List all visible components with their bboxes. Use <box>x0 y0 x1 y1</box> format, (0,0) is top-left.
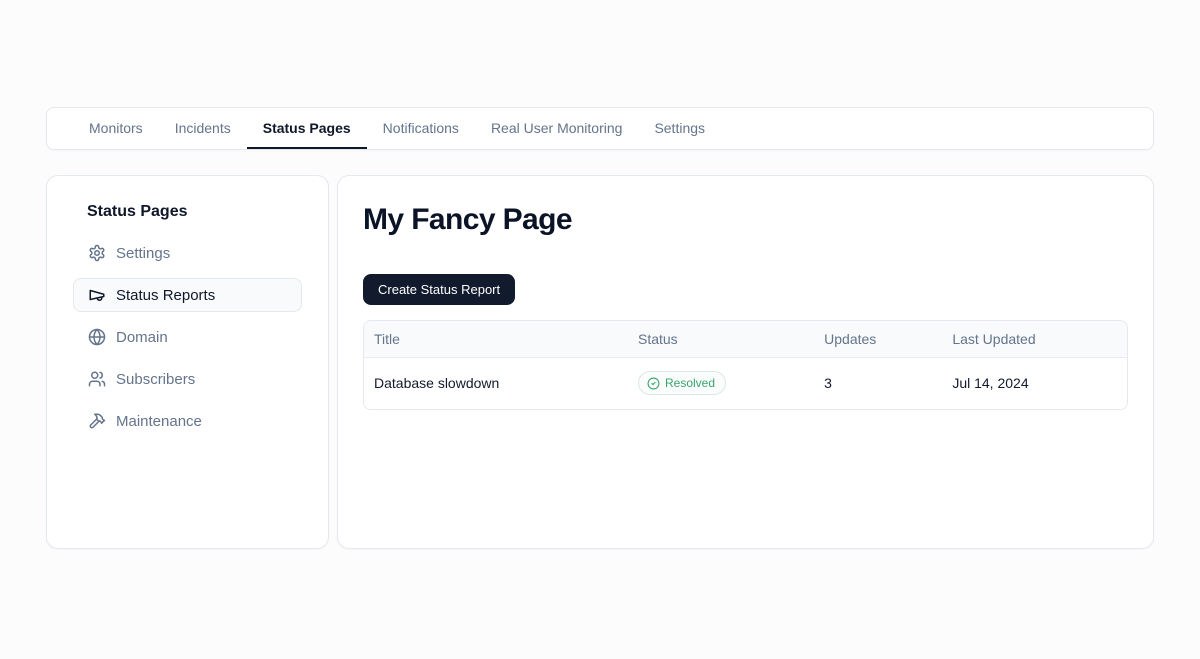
top-navigation: Monitors Incidents Status Pages Notifica… <box>46 107 1154 150</box>
tab-incidents[interactable]: Incidents <box>159 108 247 149</box>
tab-settings[interactable]: Settings <box>638 108 721 149</box>
column-header-status: Status <box>628 321 814 357</box>
report-title-cell: Database slowdown <box>364 357 628 409</box>
sidebar-item-label: Status Reports <box>116 287 215 304</box>
sidebar-title: Status Pages <box>73 200 302 224</box>
status-page-panel: My Fancy Page Create Status Report Title… <box>337 175 1154 549</box>
report-status-cell: Resolved <box>628 357 814 409</box>
create-status-report-button[interactable]: Create Status Report <box>363 274 515 305</box>
sidebar-item-label: Domain <box>116 329 168 346</box>
sidebar-item-label: Maintenance <box>116 413 202 430</box>
check-circle-icon <box>647 377 660 390</box>
page-title: My Fancy Page <box>363 202 1128 238</box>
tab-monitors[interactable]: Monitors <box>73 108 159 149</box>
table-header-row: Title Status Updates Last Updated <box>364 321 1127 357</box>
sidebar-item-subscribers[interactable]: Subscribers <box>73 362 302 396</box>
sidebar-item-domain[interactable]: Domain <box>73 320 302 354</box>
report-last-updated-cell: Jul 14, 2024 <box>942 357 1127 409</box>
table-row[interactable]: Database slowdown Resolved 3 Jul 14, 202… <box>364 357 1127 409</box>
gear-icon <box>88 244 106 262</box>
column-header-updates: Updates <box>814 321 942 357</box>
sidebar-item-label: Subscribers <box>116 371 195 388</box>
users-icon <box>88 370 106 388</box>
status-reports-table: Title Status Updates Last Updated Databa… <box>363 320 1128 410</box>
sidebar-item-label: Settings <box>116 245 170 262</box>
sidebar-item-status-reports[interactable]: Status Reports <box>73 278 302 312</box>
tab-notifications[interactable]: Notifications <box>367 108 475 149</box>
sidebar-item-maintenance[interactable]: Maintenance <box>73 404 302 438</box>
column-header-last-updated: Last Updated <box>942 321 1127 357</box>
status-badge-label: Resolved <box>665 376 715 390</box>
status-pages-sidebar: Status Pages Settings Status Reports Dom… <box>46 175 329 549</box>
hammer-icon <box>88 412 106 430</box>
status-badge: Resolved <box>638 371 726 395</box>
sidebar-item-settings[interactable]: Settings <box>73 236 302 270</box>
megaphone-icon <box>88 286 106 304</box>
column-header-title: Title <box>364 321 628 357</box>
tab-status-pages[interactable]: Status Pages <box>247 108 367 149</box>
report-updates-cell: 3 <box>814 357 942 409</box>
globe-icon <box>88 328 106 346</box>
tab-real-user-monitoring[interactable]: Real User Monitoring <box>475 108 639 149</box>
